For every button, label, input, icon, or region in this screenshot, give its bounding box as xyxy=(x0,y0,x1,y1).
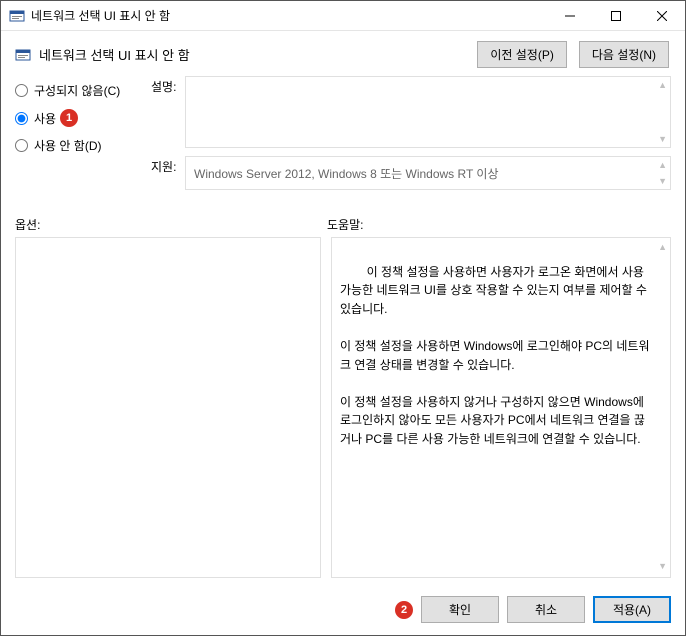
previous-setting-button[interactable]: 이전 설정(P) xyxy=(477,41,567,68)
close-button[interactable] xyxy=(639,1,685,30)
ok-button-label: 확인 xyxy=(449,603,471,617)
header-row: 네트워크 선택 UI 표시 안 함 이전 설정(P) 다음 설정(N) xyxy=(1,31,685,76)
top-section: 구성되지 않음(C) 사용 1 사용 안 함(D) 설명: ▲ xyxy=(15,76,671,198)
radio-disabled-row: 사용 안 함(D) xyxy=(15,137,143,154)
scroll-down-icon: ▼ xyxy=(658,134,667,144)
section-labels: 옵션: 도움말: xyxy=(15,216,671,233)
apply-button-label: 적용(A) xyxy=(613,603,651,617)
app-icon xyxy=(9,8,25,24)
ok-button[interactable]: 확인 xyxy=(421,596,499,623)
help-text: 이 정책 설정을 사용하면 사용자가 로그온 화면에서 사용 가능한 네트워크 … xyxy=(340,265,650,446)
annotation-badge-1: 1 xyxy=(60,109,78,127)
minimize-button[interactable] xyxy=(547,1,593,30)
radio-not-configured[interactable] xyxy=(15,84,28,97)
maximize-button[interactable] xyxy=(593,1,639,30)
help-pane: 이 정책 설정을 사용하면 사용자가 로그온 화면에서 사용 가능한 네트워크 … xyxy=(331,237,671,578)
scroll-down-icon: ▼ xyxy=(658,176,667,186)
state-radio-group: 구성되지 않음(C) 사용 1 사용 안 함(D) xyxy=(15,76,143,198)
scroll-up-icon: ▲ xyxy=(658,241,667,255)
radio-enabled-row: 사용 1 xyxy=(15,109,143,127)
nav-buttons: 이전 설정(P) 다음 설정(N) xyxy=(477,41,669,68)
supported-field: 지원: Windows Server 2012, Windows 8 또는 Wi… xyxy=(151,156,671,190)
supported-label: 지원: xyxy=(151,156,185,175)
policy-title: 네트워크 선택 UI 표시 안 함 xyxy=(39,45,477,64)
dialog-footer: 2 확인 취소 적용(A) xyxy=(1,588,685,635)
description-column: 설명: ▲ ▼ 지원: Windows Server 2012, Windows… xyxy=(151,76,671,198)
description-textarea[interactable]: ▲ ▼ xyxy=(185,76,671,148)
radio-not-configured-row: 구성되지 않음(C) xyxy=(15,82,143,99)
options-section-label: 옵션: xyxy=(15,216,327,233)
policy-editor-window: 네트워크 선택 UI 표시 안 함 네트워크 선택 UI 표시 안 함 xyxy=(0,0,686,636)
apply-button[interactable]: 적용(A) xyxy=(593,596,671,623)
next-setting-button[interactable]: 다음 설정(N) xyxy=(579,41,669,68)
description-label: 설명: xyxy=(151,76,185,95)
next-setting-label: 다음 설정(N) xyxy=(592,48,656,62)
window-title: 네트워크 선택 UI 표시 안 함 xyxy=(31,7,547,24)
policy-icon xyxy=(15,47,31,63)
scroll-up-icon: ▲ xyxy=(658,160,667,170)
help-section-label: 도움말: xyxy=(327,216,671,233)
description-field: 설명: ▲ ▼ xyxy=(151,76,671,148)
radio-enabled[interactable] xyxy=(15,112,28,125)
scroll-down-icon: ▼ xyxy=(658,560,667,574)
annotation-badge-2: 2 xyxy=(395,601,413,619)
content-area: 구성되지 않음(C) 사용 1 사용 안 함(D) 설명: ▲ xyxy=(1,76,685,588)
supported-readonly: Windows Server 2012, Windows 8 또는 Window… xyxy=(185,156,671,190)
panes: 이 정책 설정을 사용하면 사용자가 로그온 화면에서 사용 가능한 네트워크 … xyxy=(15,237,671,578)
radio-not-configured-label[interactable]: 구성되지 않음(C) xyxy=(34,82,120,99)
window-controls xyxy=(547,1,685,30)
cancel-button-label: 취소 xyxy=(535,603,557,617)
supported-value: Windows Server 2012, Windows 8 또는 Window… xyxy=(194,165,498,182)
options-pane[interactable] xyxy=(15,237,321,578)
radio-enabled-label[interactable]: 사용 xyxy=(34,110,56,127)
radio-disabled-label[interactable]: 사용 안 함(D) xyxy=(34,137,102,154)
titlebar: 네트워크 선택 UI 표시 안 함 xyxy=(1,1,685,31)
cancel-button[interactable]: 취소 xyxy=(507,596,585,623)
scroll-up-icon: ▲ xyxy=(658,80,667,90)
radio-disabled[interactable] xyxy=(15,139,28,152)
previous-setting-label: 이전 설정(P) xyxy=(490,48,554,62)
